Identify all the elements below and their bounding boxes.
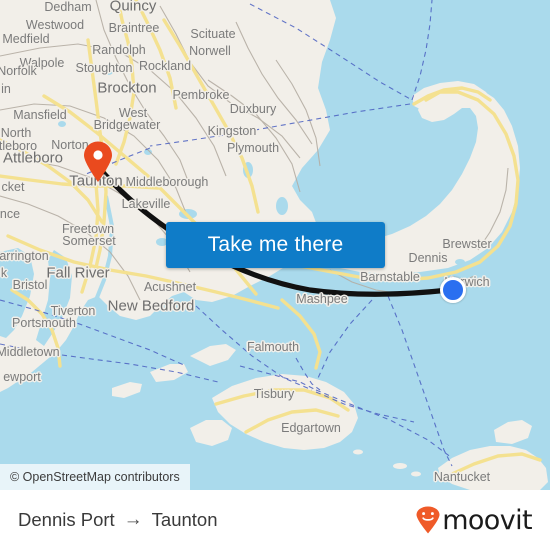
arrow-right-icon: → bbox=[123, 509, 143, 530]
moovit-logo[interactable]: moovit bbox=[415, 504, 533, 536]
ferry-hyannis-mv bbox=[317, 299, 373, 379]
destination-marker-dot[interactable] bbox=[440, 277, 466, 303]
pond-5 bbox=[103, 69, 113, 75]
land-aquinnah bbox=[190, 420, 232, 446]
ferry-ptown-2 bbox=[411, 0, 433, 101]
land-elizabeth-islands bbox=[190, 344, 236, 366]
road-rt28 bbox=[280, 298, 322, 370]
island-speck-1 bbox=[353, 449, 363, 455]
pond-11 bbox=[455, 259, 465, 265]
island-speck-3 bbox=[411, 471, 421, 477]
pond-6 bbox=[58, 121, 66, 127]
land-marthas-vineyard bbox=[212, 374, 358, 450]
island-speck-2 bbox=[393, 463, 407, 469]
moovit-pin-icon bbox=[416, 506, 440, 534]
trip-origin-label: Dennis Port bbox=[18, 509, 115, 530]
ferry-hyannis-nan bbox=[387, 295, 453, 467]
map-pin-icon bbox=[84, 141, 112, 182]
land-nantucket bbox=[438, 446, 548, 490]
pond-7 bbox=[276, 197, 288, 215]
trip-destination-label: Taunton bbox=[151, 509, 218, 530]
take-me-there-button[interactable]: Take me there bbox=[166, 222, 385, 268]
footer-bar: Dennis Port → Taunton moovit bbox=[0, 490, 550, 550]
map-canvas[interactable]: Dedham Quincy Westwood Braintree Scituate Med… bbox=[0, 0, 550, 490]
osm-attribution[interactable]: © OpenStreetMap contributors bbox=[0, 464, 190, 490]
land-nantucket-north bbox=[494, 420, 532, 444]
land-elizabeth-islands-3 bbox=[112, 382, 142, 398]
trip-summary: Dennis Port → Taunton bbox=[18, 509, 218, 531]
origin-marker-pin[interactable] bbox=[83, 141, 113, 183]
moovit-trip-map-screen: Dedham Quincy Westwood Braintree Scituate Med… bbox=[0, 0, 550, 550]
moovit-wordmark: moovit bbox=[442, 504, 532, 536]
